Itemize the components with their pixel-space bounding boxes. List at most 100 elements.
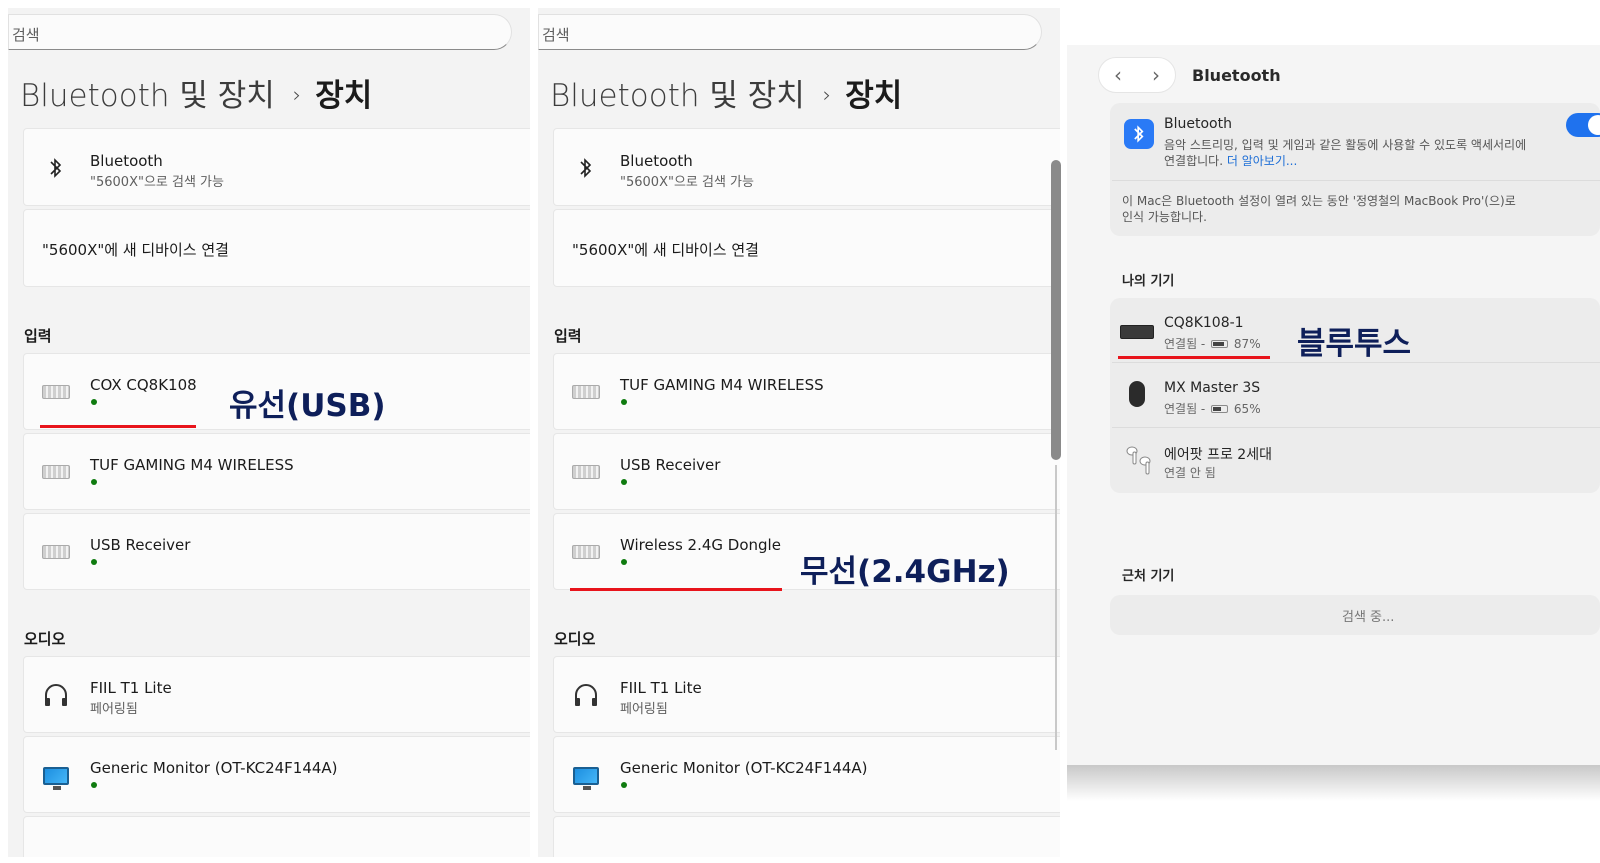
- mac-device-status: 연결됨 - 87%: [1164, 335, 1261, 352]
- connected-status-dot: [91, 782, 97, 788]
- input-device-name: TUF GAMING M4 WIRELESS: [90, 456, 294, 474]
- annotation-wired: 유선(USB): [229, 388, 386, 424]
- connection-status: 연결됨 -: [1164, 402, 1206, 416]
- audio-device-status: 페어링됨: [90, 702, 138, 717]
- back-chevron-icon[interactable]: ‹: [1103, 63, 1133, 87]
- connection-status: 연결됨 -: [1164, 337, 1206, 351]
- bluetooth-title: Bluetooth: [620, 152, 693, 170]
- bluetooth-icon: [41, 153, 71, 183]
- input-device-name: Wireless 2.4G Dongle: [620, 536, 781, 554]
- learn-more-link[interactable]: 더 알아보기...: [1227, 154, 1297, 168]
- mac-device-name[interactable]: CQ8K108-1: [1164, 315, 1244, 331]
- keyboard-icon: [571, 457, 601, 487]
- headphones-icon: [41, 680, 71, 710]
- nearby-devices-label: 근처 기기: [1122, 569, 1175, 584]
- mac-bluetooth-description-2: 연결합니다. 더 알아보기...: [1164, 152, 1297, 169]
- monitor-device-item[interactable]: Generic Monitor (OT-KC24F144A): [23, 736, 530, 813]
- forward-chevron-icon[interactable]: ›: [1141, 63, 1171, 87]
- connected-status-dot: [91, 559, 97, 565]
- add-device-label: "5600X"에 새 디바이스 연결: [42, 241, 229, 259]
- windows-settings-panel-1: 검색 Bluetooth 및 장치 › 장치 Bluetooth "5600X"으로…: [8, 8, 530, 857]
- headphones-icon: [571, 680, 601, 710]
- audio-device-name: FIIL T1 Lite: [90, 679, 172, 697]
- mac-bluetooth-description: 음악 스트리밍, 입력 및 게임과 같은 활동에 사용할 수 있도록 액세서리에: [1164, 138, 1527, 152]
- monitor-device-name: Generic Monitor (OT-KC24F144A): [90, 759, 338, 777]
- search-input[interactable]: 검색: [8, 14, 512, 50]
- add-device-label: "5600X"에 새 디바이스 연결: [572, 241, 759, 259]
- bluetooth-toggle[interactable]: [1566, 113, 1600, 137]
- input-device-name: USB Receiver: [90, 536, 191, 554]
- bluetooth-subtitle: "5600X"으로 검색 가능: [620, 175, 754, 190]
- keyboard-icon: [571, 377, 601, 407]
- input-device-item[interactable]: TUF GAMING M4 WIRELESS: [23, 433, 530, 510]
- audio-device-item[interactable]: FIIL T1 Lite 페어링됨: [23, 656, 530, 733]
- vertical-scrollbar[interactable]: [1051, 160, 1061, 460]
- mouse-icon: [1129, 381, 1145, 407]
- bluetooth-card[interactable]: Bluetooth "5600X"으로 검색 가능: [23, 128, 530, 206]
- mac-description-text: 연결합니다.: [1164, 154, 1224, 168]
- battery-fill: [1213, 341, 1225, 346]
- connected-status-dot: [91, 399, 97, 405]
- battery-percent: 87%: [1233, 337, 1261, 351]
- input-section-label: 입력: [24, 327, 52, 345]
- audio-device-status: 페어링됨: [620, 702, 668, 717]
- device-item-partial[interactable]: [553, 816, 1060, 857]
- battery-icon: [1211, 404, 1229, 413]
- breadcrumb-separator-icon: ›: [292, 83, 302, 107]
- breadcrumb-parent[interactable]: Bluetooth 및 장치: [550, 78, 805, 114]
- breadcrumb-parent[interactable]: Bluetooth 및 장치: [20, 78, 275, 114]
- page-title: Bluetooth 및 장치 › 장치: [550, 70, 902, 115]
- bluetooth-underline: [1118, 356, 1270, 359]
- connected-status-dot: [621, 479, 627, 485]
- wired-underline: [40, 425, 196, 428]
- page-title: Bluetooth 및 장치 › 장치: [20, 70, 372, 115]
- add-device-card[interactable]: "5600X"에 새 디바이스 연결: [23, 209, 530, 287]
- window-shadow: [1067, 765, 1600, 801]
- wireless-underline: [570, 588, 782, 591]
- input-device-item[interactable]: USB Receiver: [553, 433, 1060, 510]
- device-item-partial[interactable]: [23, 816, 530, 857]
- input-device-name: TUF GAMING M4 WIRELESS: [620, 376, 824, 394]
- screenshot-root: 검색 Bluetooth 및 장치 › 장치 Bluetooth "5600X"으로…: [0, 0, 1600, 863]
- mac-nav-buttons: ‹ ›: [1098, 57, 1176, 93]
- list-divider: [1112, 427, 1600, 428]
- searching-status: 검색 중...: [1342, 610, 1395, 625]
- connected-status-dot: [621, 782, 627, 788]
- bluetooth-subtitle: "5600X"으로 검색 가능: [90, 175, 224, 190]
- connected-status-dot: [621, 559, 627, 565]
- keyboard-icon: [1120, 325, 1154, 339]
- input-device-name: COX CQ8K108: [90, 376, 197, 394]
- audio-device-name: FIIL T1 Lite: [620, 679, 702, 697]
- airpods-icon: [1124, 443, 1154, 475]
- audio-device-item[interactable]: FIIL T1 Lite 페어링됨: [553, 656, 1060, 733]
- input-device-item[interactable]: USB Receiver: [23, 513, 530, 590]
- battery-icon: [1211, 339, 1229, 348]
- mac-device-status: 연결됨 - 65%: [1164, 400, 1261, 417]
- breadcrumb-separator-icon: ›: [822, 83, 832, 107]
- scrollbar-track: [1055, 465, 1057, 750]
- search-input[interactable]: 검색: [538, 14, 1042, 50]
- mac-device-status: 연결 안 됨: [1164, 466, 1216, 480]
- keyboard-icon: [41, 377, 71, 407]
- mac-page-title: Bluetooth: [1192, 66, 1281, 85]
- monitor-icon: [41, 761, 71, 791]
- discoverable-text-2: 인식 가능합니다.: [1122, 210, 1207, 224]
- mac-device-name[interactable]: MX Master 3S: [1164, 380, 1260, 396]
- input-device-item[interactable]: TUF GAMING M4 WIRELESS: [553, 353, 1060, 430]
- audio-section-label: 오디오: [24, 630, 66, 648]
- keyboard-icon: [41, 537, 71, 567]
- add-device-card[interactable]: "5600X"에 새 디바이스 연결: [553, 209, 1060, 287]
- connected-status-dot: [621, 399, 627, 405]
- bluetooth-title: Bluetooth: [90, 152, 163, 170]
- bluetooth-card[interactable]: Bluetooth "5600X"으로 검색 가능: [553, 128, 1060, 206]
- mac-device-name[interactable]: 에어팟 프로 2세대: [1164, 444, 1272, 464]
- discoverable-text: 이 Mac은 Bluetooth 설정이 열려 있는 동안 '정영철의 MacB…: [1122, 194, 1516, 208]
- monitor-device-item[interactable]: Generic Monitor (OT-KC24F144A): [553, 736, 1060, 813]
- keyboard-icon: [571, 537, 601, 567]
- battery-fill: [1213, 406, 1222, 411]
- monitor-icon: [571, 761, 601, 791]
- input-section-label: 입력: [554, 327, 582, 345]
- audio-section-label: 오디오: [554, 630, 596, 648]
- bluetooth-icon: [571, 153, 601, 183]
- connected-status-dot: [91, 479, 97, 485]
